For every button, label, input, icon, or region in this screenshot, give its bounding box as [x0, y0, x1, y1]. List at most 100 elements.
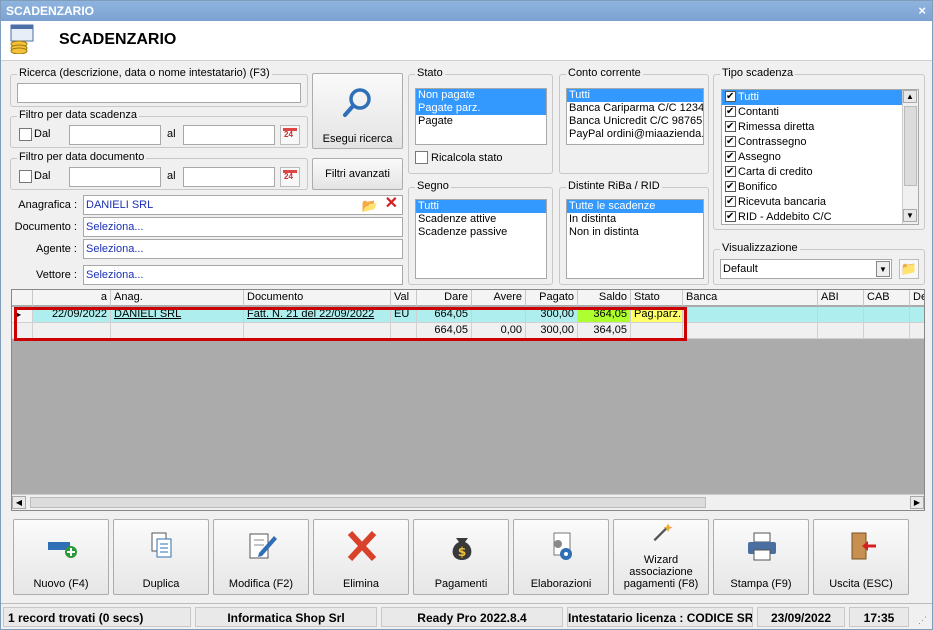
list-item[interactable]: Rimessa diretta: [722, 119, 918, 135]
checkbox-icon[interactable]: [725, 90, 736, 104]
column-header[interactable]: Dare: [417, 290, 472, 306]
print-button[interactable]: Stampa (F9): [713, 519, 809, 595]
results-grid[interactable]: a Anag. Documento Val Dare Avere Pagato …: [11, 289, 925, 511]
distinte-label: Distinte RiBa / RID: [566, 180, 662, 192]
clear-x-icon[interactable]: ✕: [385, 195, 398, 213]
anagrafica-value: DANIELI SRL: [86, 199, 154, 211]
list-item[interactable]: Carta di credito: [722, 164, 918, 180]
folder-icon[interactable]: 📁: [899, 259, 919, 279]
vertical-scrollbar[interactable]: ▲ ▼: [902, 90, 918, 224]
list-item[interactable]: Bonifico: [722, 179, 918, 195]
filter-due-date-dal-label: Dal: [34, 128, 51, 140]
processing-button[interactable]: Elaborazioni: [513, 519, 609, 595]
list-item[interactable]: Tutti: [416, 200, 546, 213]
list-item[interactable]: PayPal ordini@miaazienda.c: [567, 128, 703, 141]
checkbox-icon[interactable]: [725, 179, 736, 194]
filter-due-date-to[interactable]: [183, 125, 275, 145]
list-item[interactable]: Ricevuta bancaria: [722, 194, 918, 210]
recalc-status-checkbox[interactable]: [415, 151, 428, 164]
payments-button[interactable]: $ Pagamenti: [413, 519, 509, 595]
checkbox-icon[interactable]: [725, 149, 736, 164]
column-header[interactable]: Avere: [472, 290, 526, 306]
search-button[interactable]: Esegui ricerca: [312, 73, 403, 149]
list-item[interactable]: RID - Addebito C/C: [722, 209, 918, 224]
horizontal-scrollbar[interactable]: ◀ ▶: [12, 494, 924, 510]
scroll-thumb[interactable]: [30, 497, 706, 508]
resize-grip-icon[interactable]: ⋰: [918, 615, 930, 627]
list-item[interactable]: Pagate parz.: [416, 102, 546, 115]
scroll-thumb[interactable]: [904, 106, 917, 186]
delete-button[interactable]: Elimina: [313, 519, 409, 595]
list-item[interactable]: Tutte le scadenze: [567, 200, 703, 213]
segno-list[interactable]: Tutti Scadenze attive Scadenze passive: [415, 199, 547, 279]
agente-field[interactable]: Seleziona...: [83, 239, 403, 259]
filter-due-date-group: Filtro per data scadenza Dal al: [10, 109, 308, 148]
column-header[interactable]: ABI: [818, 290, 864, 306]
list-item[interactable]: Contrassegno: [722, 134, 918, 150]
checkbox-icon[interactable]: [725, 119, 736, 134]
calendar-icon[interactable]: [280, 125, 300, 145]
folder-open-icon[interactable]: 📂: [362, 197, 378, 215]
list-item[interactable]: Non in distinta: [567, 226, 703, 239]
anagrafica-field[interactable]: DANIELI SRL 📂 ✕: [83, 195, 403, 215]
list-item[interactable]: Scadenze attive: [416, 213, 546, 226]
list-item[interactable]: Tutti: [567, 89, 703, 102]
calendar-icon[interactable]: [280, 167, 300, 187]
column-header[interactable]: Val: [391, 290, 417, 306]
scroll-up-arrow-icon[interactable]: ▲: [903, 90, 917, 103]
distinte-list[interactable]: Tutte le scadenze In distinta Non in dis…: [566, 199, 704, 279]
list-item[interactable]: Assegno: [722, 149, 918, 165]
filter-doc-date-checkbox[interactable]: [19, 170, 32, 183]
tipo-group: Tipo scadenza Tutti Contanti Rimessa dir…: [713, 67, 925, 230]
status-bar: 1 record trovati (0 secs) Informatica Sh…: [1, 603, 932, 629]
stato-list[interactable]: Non pagate Pagate parz. Pagate: [415, 88, 547, 145]
visualizzazione-value: Default: [723, 263, 758, 275]
list-item[interactable]: Banca Cariparma C/C 12345: [567, 102, 703, 115]
checkbox-icon[interactable]: [725, 164, 736, 179]
column-header[interactable]: Banca: [683, 290, 818, 306]
column-header[interactable]: Documento: [244, 290, 391, 306]
new-button[interactable]: Nuovo (F4): [13, 519, 109, 595]
column-header[interactable]: Anag.: [111, 290, 244, 306]
scroll-right-arrow-icon[interactable]: ▶: [910, 496, 924, 509]
column-header[interactable]: a: [33, 290, 111, 306]
list-item[interactable]: Scadenze passive: [416, 226, 546, 239]
tipo-list[interactable]: Tutti Contanti Rimessa diretta Contrasse…: [721, 89, 919, 225]
filter-due-date-checkbox[interactable]: [19, 128, 32, 141]
filter-due-date-from[interactable]: [69, 125, 161, 145]
list-item[interactable]: Contanti: [722, 104, 918, 120]
wizard-button[interactable]: Wizard associazione pagamenti (F8): [613, 519, 709, 595]
list-item[interactable]: Tutti: [722, 90, 902, 105]
visualizzazione-select[interactable]: Default ▼: [720, 259, 892, 279]
checkbox-icon[interactable]: [725, 134, 736, 149]
list-item[interactable]: Banca Unicredit C/C 98765: [567, 115, 703, 128]
column-header[interactable]: CAB: [864, 290, 910, 306]
checkbox-icon[interactable]: [725, 194, 736, 209]
list-item[interactable]: Non pagate: [416, 89, 546, 102]
conto-list[interactable]: Tutti Banca Cariparma C/C 12345 Banca Un…: [566, 88, 704, 145]
column-header[interactable]: Pagato: [526, 290, 578, 306]
cell-empty: [910, 323, 924, 339]
list-item[interactable]: In distinta: [567, 213, 703, 226]
list-item[interactable]: Pagate: [416, 115, 546, 128]
cell-empty: [864, 323, 910, 339]
edit-button[interactable]: Modifica (F2): [213, 519, 309, 595]
column-header[interactable]: De: [910, 290, 924, 306]
filter-doc-date-to[interactable]: [183, 167, 275, 187]
duplicate-button[interactable]: Duplica: [113, 519, 209, 595]
scroll-left-arrow-icon[interactable]: ◀: [12, 496, 26, 509]
chevron-down-icon[interactable]: ▼: [876, 261, 890, 277]
exit-button[interactable]: Uscita (ESC): [813, 519, 909, 595]
advanced-filters-button[interactable]: Filtri avanzati: [312, 158, 403, 190]
filter-doc-date-from[interactable]: [69, 167, 161, 187]
search-input[interactable]: [17, 83, 301, 103]
status-time: 17:35: [849, 607, 909, 627]
checkbox-icon[interactable]: [725, 209, 736, 224]
vettore-field[interactable]: Seleziona...: [83, 265, 403, 285]
close-icon[interactable]: ×: [918, 1, 926, 21]
scroll-down-arrow-icon[interactable]: ▼: [903, 209, 917, 222]
checkbox-icon[interactable]: [725, 104, 736, 119]
documento-field[interactable]: Seleziona...: [83, 217, 403, 237]
column-header[interactable]: Saldo: [578, 290, 631, 306]
column-header[interactable]: Stato: [631, 290, 683, 306]
